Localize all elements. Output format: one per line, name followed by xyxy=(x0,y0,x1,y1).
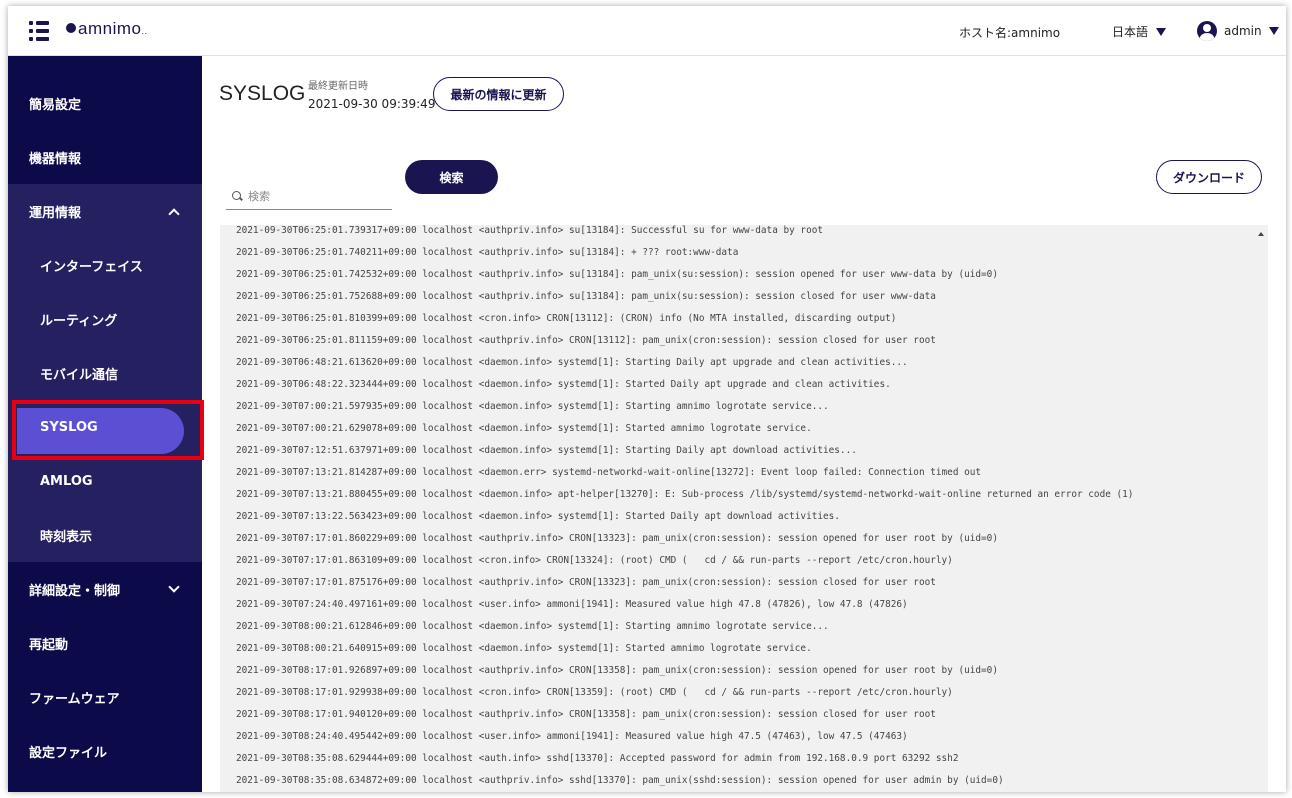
log-line: 2021-09-30T06:25:01.739317+09:00 localho… xyxy=(236,225,823,236)
search-icon xyxy=(232,191,243,202)
search-field[interactable] xyxy=(226,184,392,210)
top-bar: amnimo.. ホスト名:amnimo 日本語 admin xyxy=(8,6,1286,56)
log-line: 2021-09-30T08:35:08.629444+09:00 localho… xyxy=(236,753,959,764)
log-line: 2021-09-30T07:17:01.875176+09:00 localho… xyxy=(236,577,936,588)
host-name: ホスト名:amnimo xyxy=(959,26,1061,40)
callout-highlight-box xyxy=(12,400,204,460)
log-lines: 2021-09-30T06:25:01.739317+09:00 localho… xyxy=(236,225,1256,792)
log-line: 2021-09-30T07:17:01.860229+09:00 localho… xyxy=(236,533,998,544)
log-line: 2021-09-30T07:00:21.597935+09:00 localho… xyxy=(236,401,829,412)
logo-text: amnimo xyxy=(78,19,142,38)
log-line: 2021-09-30T06:48:21.613620+09:00 localho… xyxy=(236,357,908,368)
sidebar-item-device-info[interactable]: 機器情報 xyxy=(8,130,202,184)
language-label: 日本語 xyxy=(1112,25,1149,39)
log-line: 2021-09-30T07:24:40.497161+09:00 localho… xyxy=(236,599,908,610)
sidebar-item-label: 詳細設定・制御 xyxy=(29,583,121,599)
download-button[interactable]: ダウンロード xyxy=(1156,160,1262,194)
sidebar-item-label: 運用情報 xyxy=(29,205,82,221)
log-line: 2021-09-30T08:17:01.929938+09:00 localho… xyxy=(236,687,953,698)
user-name: admin xyxy=(1224,24,1262,38)
app-window: amnimo.. ホスト名:amnimo 日本語 admin 簡易設定 機器情報… xyxy=(8,6,1286,792)
refresh-button[interactable]: 最新の情報に更新 xyxy=(433,77,564,111)
language-selector[interactable]: 日本語 xyxy=(1112,23,1167,40)
sidebar-item-label: ルーティング xyxy=(40,313,118,329)
sidebar-item-label: ファームウェア xyxy=(29,691,120,707)
chevron-up-icon xyxy=(168,208,180,220)
last-updated-label: 最終更新日時 xyxy=(308,81,368,92)
sidebar: 簡易設定 機器情報 運用情報 インターフェイス ルーティング モバイル通信 SY… xyxy=(8,56,204,792)
sidebar-item-label: モバイル通信 xyxy=(40,367,119,383)
logo-mark-icon xyxy=(66,23,76,33)
log-line: 2021-09-30T08:17:01.926897+09:00 localho… xyxy=(236,665,998,676)
scroll-up-arrow-icon[interactable] xyxy=(1258,232,1264,236)
sidebar-item-amlog[interactable]: AMLOG xyxy=(8,454,202,508)
sidebar-item-mobile[interactable]: モバイル通信 xyxy=(8,346,202,400)
chevron-down-icon xyxy=(168,581,180,593)
log-line: 2021-09-30T08:35:08.634872+09:00 localho… xyxy=(236,775,1004,786)
log-line: 2021-09-30T06:48:22.323444+09:00 localho… xyxy=(236,379,891,390)
log-line: 2021-09-30T08:24:40.495442+09:00 localho… xyxy=(236,731,908,742)
log-line: 2021-09-30T08:00:21.612846+09:00 localho… xyxy=(236,621,829,632)
sidebar-item-advanced[interactable]: 詳細設定・制御 xyxy=(8,562,202,616)
log-line: 2021-09-30T06:25:01.752688+09:00 localho… xyxy=(236,291,936,302)
sidebar-item-label: 機器情報 xyxy=(29,151,82,167)
log-line: 2021-09-30T07:17:01.863109+09:00 localho… xyxy=(236,555,953,566)
log-line: 2021-09-30T07:13:22.563423+09:00 localho… xyxy=(236,511,840,522)
sidebar-item-label: 簡易設定 xyxy=(29,97,82,113)
sidebar-item-interface[interactable]: インターフェイス xyxy=(8,238,202,292)
search-button[interactable]: 検索 xyxy=(405,160,498,194)
sidebar-item-operations[interactable]: 運用情報 xyxy=(8,184,202,238)
sidebar-item-routing[interactable]: ルーティング xyxy=(8,292,202,346)
sidebar-item-time[interactable]: 時刻表示 xyxy=(8,508,202,562)
log-line: 2021-09-30T06:25:01.811159+09:00 localho… xyxy=(236,335,936,346)
log-line: 2021-09-30T06:25:01.740211+09:00 localho… xyxy=(236,247,739,258)
sidebar-item-label: AMLOG xyxy=(40,473,93,489)
caret-down-icon xyxy=(1156,27,1167,36)
log-line: 2021-09-30T07:00:21.629078+09:00 localho… xyxy=(236,423,812,434)
sidebar-item-easy-setup[interactable]: 簡易設定 xyxy=(8,76,202,130)
sidebar-item-reboot[interactable]: 再起動 xyxy=(8,616,202,670)
log-viewer[interactable]: 2021-09-30T06:25:01.739317+09:00 localho… xyxy=(220,225,1268,792)
sidebar-item-label: 再起動 xyxy=(29,637,69,653)
hamburger-menu-icon[interactable] xyxy=(29,21,51,41)
sidebar-item-label: 時刻表示 xyxy=(40,529,93,545)
user-avatar-icon xyxy=(1197,21,1217,41)
caret-down-icon xyxy=(1268,27,1279,35)
sidebar-item-firmware[interactable]: ファームウェア xyxy=(8,670,202,724)
log-line: 2021-09-30T08:00:21.640915+09:00 localho… xyxy=(236,643,812,654)
last-updated-value: 2021-09-30 09:39:49 xyxy=(308,97,436,111)
logo-suffix: .. xyxy=(141,26,148,36)
log-line: 2021-09-30T07:12:51.637971+09:00 localho… xyxy=(236,445,857,456)
log-line: 2021-09-30T06:25:01.810399+09:00 localho… xyxy=(236,313,897,324)
log-line: 2021-09-30T07:13:21.880455+09:00 localho… xyxy=(236,489,1134,500)
search-input[interactable] xyxy=(248,190,378,203)
page-title: SYSLOG xyxy=(219,82,306,105)
sidebar-item-label: インターフェイス xyxy=(40,259,143,275)
user-menu[interactable]: admin xyxy=(1197,21,1279,41)
log-line: 2021-09-30T07:13:21.814287+09:00 localho… xyxy=(236,467,982,478)
log-line: 2021-09-30T08:17:01.940120+09:00 localho… xyxy=(236,709,936,720)
sidebar-item-label: 設定ファイル xyxy=(29,745,108,761)
sidebar-item-config-file[interactable]: 設定ファイル xyxy=(8,724,202,778)
log-line: 2021-09-30T06:25:01.742532+09:00 localho… xyxy=(236,269,998,280)
amnimo-logo[interactable]: amnimo.. xyxy=(66,19,147,39)
